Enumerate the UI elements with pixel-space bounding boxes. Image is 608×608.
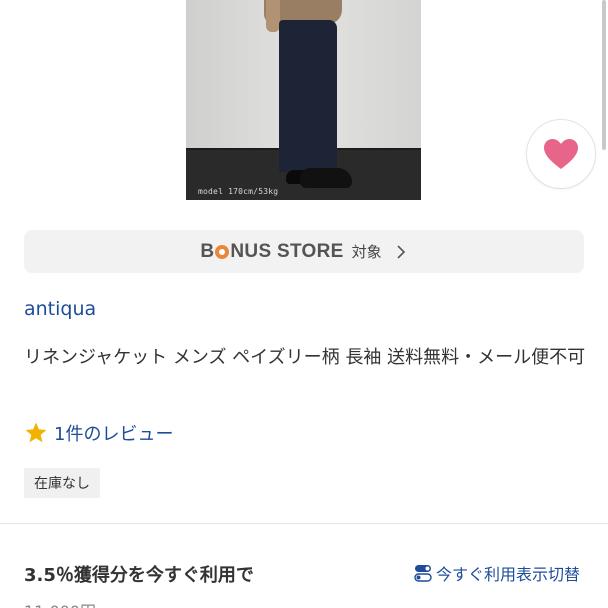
- points-toggle-label: 今すぐ利用表示切替: [436, 565, 581, 584]
- scrollbar[interactable]: [602, 0, 606, 150]
- price-text: 11,000円: [24, 598, 96, 608]
- review-link[interactable]: 1件のレビュー: [24, 420, 173, 446]
- bonus-star-icon: [215, 244, 230, 259]
- heart-icon: [544, 139, 578, 169]
- section-divider: [0, 523, 608, 524]
- bonus-store-logo: B NUS STORE: [200, 240, 344, 262]
- toggle-icon: [414, 565, 432, 582]
- review-count-label: 1件のレビュー: [54, 424, 174, 445]
- product-image[interactable]: model 170cm/53kg: [186, 0, 421, 200]
- shop-name-link[interactable]: antiqua: [24, 298, 96, 320]
- product-title: リネンジャケット メンズ ペイズリー柄 長袖 送料無料・メール便不可: [24, 347, 586, 368]
- model-pants: [279, 20, 337, 172]
- chevron-right-icon: [397, 244, 405, 259]
- favorite-button[interactable]: [526, 119, 596, 189]
- points-usage-label: 3.5％獲得分を今すぐ利用で: [24, 565, 254, 586]
- star-icon: [25, 422, 47, 443]
- stock-status-badge: 在庫なし: [24, 468, 100, 498]
- model-shoes: [300, 168, 352, 188]
- bonus-target-label: 対象: [351, 243, 382, 261]
- bonus-store-banner[interactable]: B NUS STORE 対象: [24, 230, 584, 273]
- points-display-toggle[interactable]: 今すぐ利用表示切替: [414, 561, 580, 585]
- photo-caption: model 170cm/53kg: [198, 187, 279, 196]
